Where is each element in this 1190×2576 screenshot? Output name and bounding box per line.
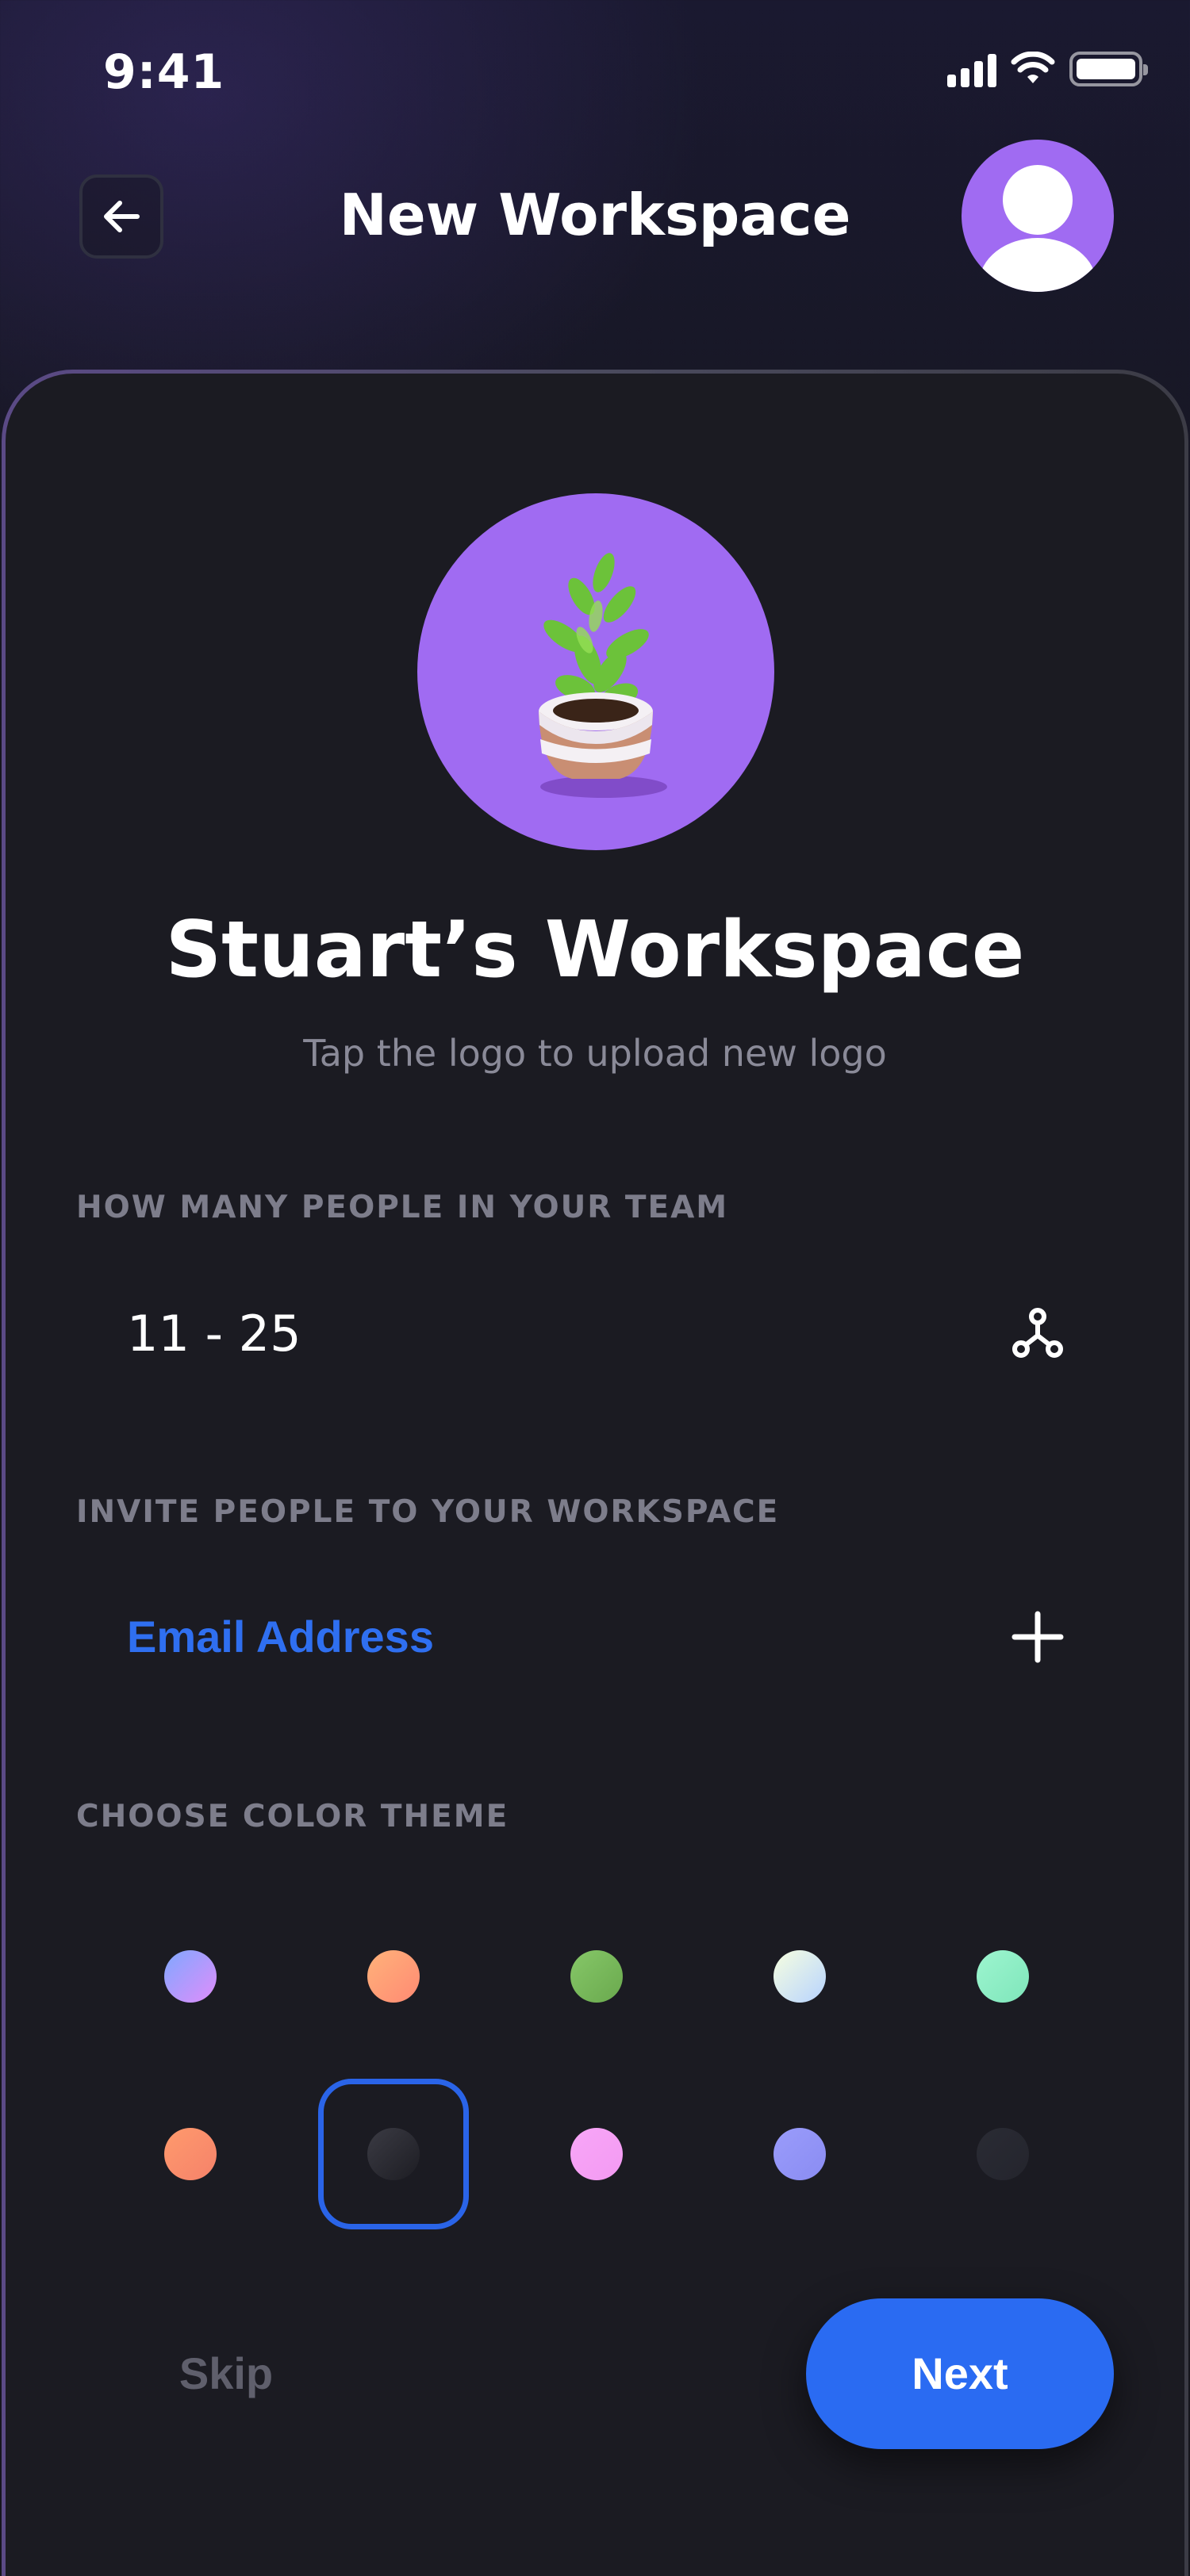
color-swatch-4[interactable] [724,1901,875,2052]
workspace-name: Stuart’s Workspace [165,905,1025,995]
team-size-label: HOW MANY PEOPLE IN YOUR TEAM [76,1190,729,1225]
network-icon[interactable] [1000,1295,1076,1371]
color-swatch-5[interactable] [927,1901,1078,2052]
color-swatch-9[interactable] [724,2079,875,2229]
color-swatch-3[interactable] [521,1901,672,2052]
avatar[interactable] [962,140,1114,292]
swatch-color-dot [774,1950,826,2003]
color-swatch-1[interactable] [115,1901,266,2052]
team-size-select[interactable]: 11 - 25 [127,1302,301,1366]
color-swatch-7[interactable] [318,2079,469,2229]
user-icon [979,165,1096,292]
skip-button[interactable]: Skip [151,2338,301,2409]
color-swatch-10[interactable] [927,2079,1078,2229]
swatch-color-dot [977,2128,1029,2180]
color-swatch-8[interactable] [521,2079,672,2229]
swatch-color-dot [570,2128,623,2180]
next-button[interactable]: Next [806,2298,1114,2449]
swatch-color-dot [367,1950,420,2003]
invite-label: INVITE PEOPLE TO YOUR WORKSPACE [76,1494,780,1530]
color-swatch-2[interactable] [318,1901,469,2052]
potted-plant-icon [539,553,667,798]
swatch-color-dot [570,1950,623,2003]
wifi-icon [1011,52,1055,83]
status-icons [947,51,1148,87]
swatch-color-dot [774,2128,826,2180]
email-field[interactable]: Email Address [127,1605,434,1669]
swatch-color-dot [164,1950,217,2003]
color-swatch-6[interactable] [115,2079,266,2229]
upload-hint: Tap the logo to upload new logo [303,1032,887,1075]
swatch-color-dot [164,2128,217,2180]
swatch-color-dot [367,2128,420,2180]
battery-icon [1069,52,1148,86]
status-time: 9:41 [103,44,225,100]
cellular-signal-icon [947,51,996,87]
plus-icon[interactable] [1000,1599,1076,1675]
workspace-logo-upload[interactable] [417,493,774,850]
color-theme-label: CHOOSE COLOR THEME [76,1799,509,1834]
swatch-color-dot [977,1950,1029,2003]
